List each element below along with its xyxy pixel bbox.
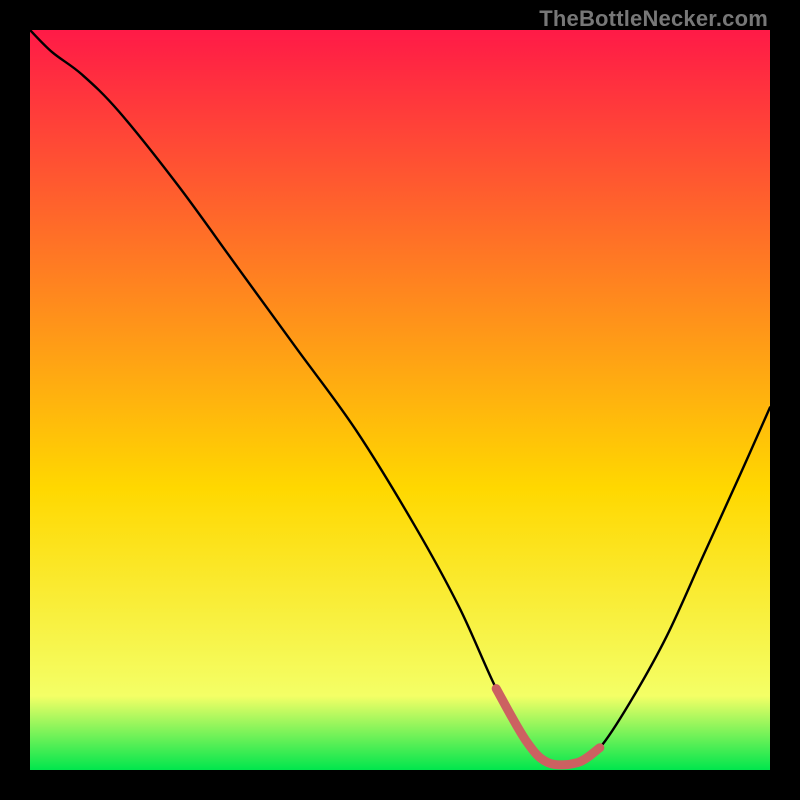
watermark-text: TheBottleNecker.com: [539, 6, 768, 32]
gradient-background: [30, 30, 770, 770]
chart-area: [30, 30, 770, 770]
bottleneck-chart: [30, 30, 770, 770]
